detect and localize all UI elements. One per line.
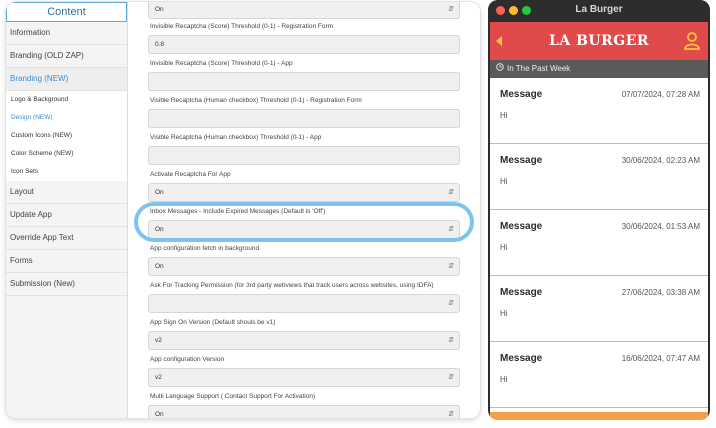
field-label: Multi Language Support ( Contact Support… [150, 393, 316, 400]
nav-item-forms[interactable]: Forms [6, 250, 127, 273]
select-value: On [155, 263, 164, 270]
subnav-item-design[interactable]: Design (NEW) [6, 109, 127, 127]
subnav-item-icon-sets[interactable]: Icon Sets [6, 163, 127, 181]
admin-sidebar: Content Information Branding (OLD ZAP) B… [6, 2, 128, 418]
message-title: Message [500, 89, 543, 100]
input-value: 0.8 [155, 41, 165, 48]
message-item[interactable]: Message 27/06/2024, 03:38 AM Hi [490, 276, 708, 342]
message-item[interactable]: Message 16/06/2024, 07:47 AM Hi [490, 342, 708, 408]
sign-on-version-select[interactable]: v2 ⇵ [148, 331, 460, 350]
subnav-item-custom-icons[interactable]: Custom Icons (NEW) [6, 127, 127, 145]
subnav-item-color-scheme[interactable]: Color Scheme (NEW) [6, 145, 127, 163]
chevron-updown-icon: ⇵ [448, 374, 454, 381]
message-body: Hi [500, 375, 508, 384]
recaptcha-human-app-input[interactable] [148, 146, 460, 165]
message-date: 30/06/2024, 02:23 AM [621, 156, 700, 165]
activate-recaptcha-select[interactable]: On ⇵ [148, 183, 460, 202]
field-label: Activate Recaptcha For App [150, 171, 231, 178]
app-screen: LA BURGER In The Past Week Message 07/07… [490, 22, 708, 420]
nav-item-branding-new[interactable]: Branding (NEW) [6, 68, 127, 91]
message-body: Hi [500, 243, 508, 252]
chevron-updown-icon: ⇵ [448, 337, 454, 344]
message-title: Message [500, 287, 543, 298]
filter-bar[interactable]: In The Past Week [490, 60, 708, 78]
field-label: App Sign On Version (Default shouls be v… [150, 319, 276, 326]
message-title: Message [500, 155, 543, 166]
message-body: Hi [500, 309, 508, 318]
message-list: Message 07/07/2024, 07:28 AM Hi Message … [490, 78, 708, 408]
select-value: On [155, 411, 164, 418]
sidebar-title: Content [6, 2, 127, 22]
recaptcha-score-registration-input[interactable]: 0.8 [148, 35, 460, 54]
select-value: On [155, 6, 164, 13]
recaptcha-score-app-input[interactable] [148, 72, 460, 91]
app-header: LA BURGER [490, 22, 708, 60]
footer-bar [490, 412, 708, 420]
field-label: App configuration fetch in background [150, 245, 260, 252]
message-title: Message [500, 221, 543, 232]
tracking-permission-select[interactable]: ⇵ [148, 294, 460, 313]
field-label: App configuration Version [150, 356, 225, 363]
inbox-expired-messages-select[interactable]: On ⇵ [148, 220, 460, 239]
branding-subnav: Logo & Background Design (NEW) Custom Ic… [6, 91, 127, 181]
nav-item-layout[interactable]: Layout [6, 181, 127, 204]
nav-item-information[interactable]: Information [6, 22, 127, 45]
select-value: On [155, 189, 164, 196]
chevron-updown-icon: ⇵ [448, 189, 454, 196]
message-item[interactable]: Message 30/06/2024, 02:23 AM Hi [490, 144, 708, 210]
field-label: Invisible Recaptcha (Score) Threshold (0… [150, 60, 293, 67]
nav-item-submission[interactable]: Submission (New) [6, 273, 127, 296]
settings-form: On ⇵ Invisible Recaptcha (Score) Thresho… [128, 2, 480, 418]
window-title: La Burger [575, 4, 623, 15]
filter-label: In The Past Week [507, 64, 571, 74]
user-icon[interactable] [684, 32, 700, 55]
message-item[interactable]: Message 30/06/2024, 01:53 AM Hi [490, 210, 708, 276]
chevron-updown-icon: ⇵ [448, 263, 454, 270]
message-item[interactable]: Message 07/07/2024, 07:28 AM Hi [490, 78, 708, 144]
select-value: v2 [155, 337, 162, 344]
field-label: Visible Recaptcha (Human checkbox) Thres… [150, 134, 322, 141]
field-label: Inbox Messages - Include Expired Message… [150, 208, 326, 215]
clock-icon [496, 60, 504, 78]
message-date: 27/06/2024, 03:38 AM [621, 288, 700, 297]
nav-item-branding-old[interactable]: Branding (OLD ZAP) [6, 45, 127, 68]
config-fetch-background-select[interactable]: On ⇵ [148, 257, 460, 276]
config-version-select[interactable]: v2 ⇵ [148, 368, 460, 387]
app-window: La Burger LA BURGER In The Past Week Mes… [488, 0, 710, 420]
select-value: On [155, 226, 164, 233]
message-body: Hi [500, 177, 508, 186]
select-value: v2 [155, 374, 162, 381]
nav-item-update-app[interactable]: Update App [6, 204, 127, 227]
field-label: Visible Recaptcha (Human checkbox) Thres… [150, 97, 362, 104]
message-date: 07/07/2024, 07:28 AM [621, 90, 700, 99]
brand-title: LA BURGER [548, 33, 650, 49]
multi-language-select[interactable]: On ⇵ [148, 405, 460, 418]
chevron-updown-icon: ⇵ [448, 226, 454, 233]
window-titlebar: La Burger [488, 0, 710, 22]
field-label: Ask For Tracking Permission (for 3rd par… [150, 282, 434, 289]
field-label: Invisible Recaptcha (Score) Threshold (0… [150, 23, 334, 30]
chevron-updown-icon: ⇵ [448, 300, 454, 307]
top-setting-select[interactable]: On ⇵ [148, 2, 460, 19]
recaptcha-human-registration-input[interactable] [148, 109, 460, 128]
message-body: Hi [500, 111, 508, 120]
message-title: Message [500, 353, 543, 364]
chevron-updown-icon: ⇵ [448, 6, 454, 13]
chevron-updown-icon: ⇵ [448, 411, 454, 418]
message-date: 16/06/2024, 07:47 AM [621, 354, 700, 363]
subnav-item-logo-background[interactable]: Logo & Background [6, 91, 127, 109]
admin-panel: Content Information Branding (OLD ZAP) B… [6, 2, 480, 418]
message-date: 30/06/2024, 01:53 AM [621, 222, 700, 231]
nav-item-override-app-text[interactable]: Override App Text [6, 227, 127, 250]
